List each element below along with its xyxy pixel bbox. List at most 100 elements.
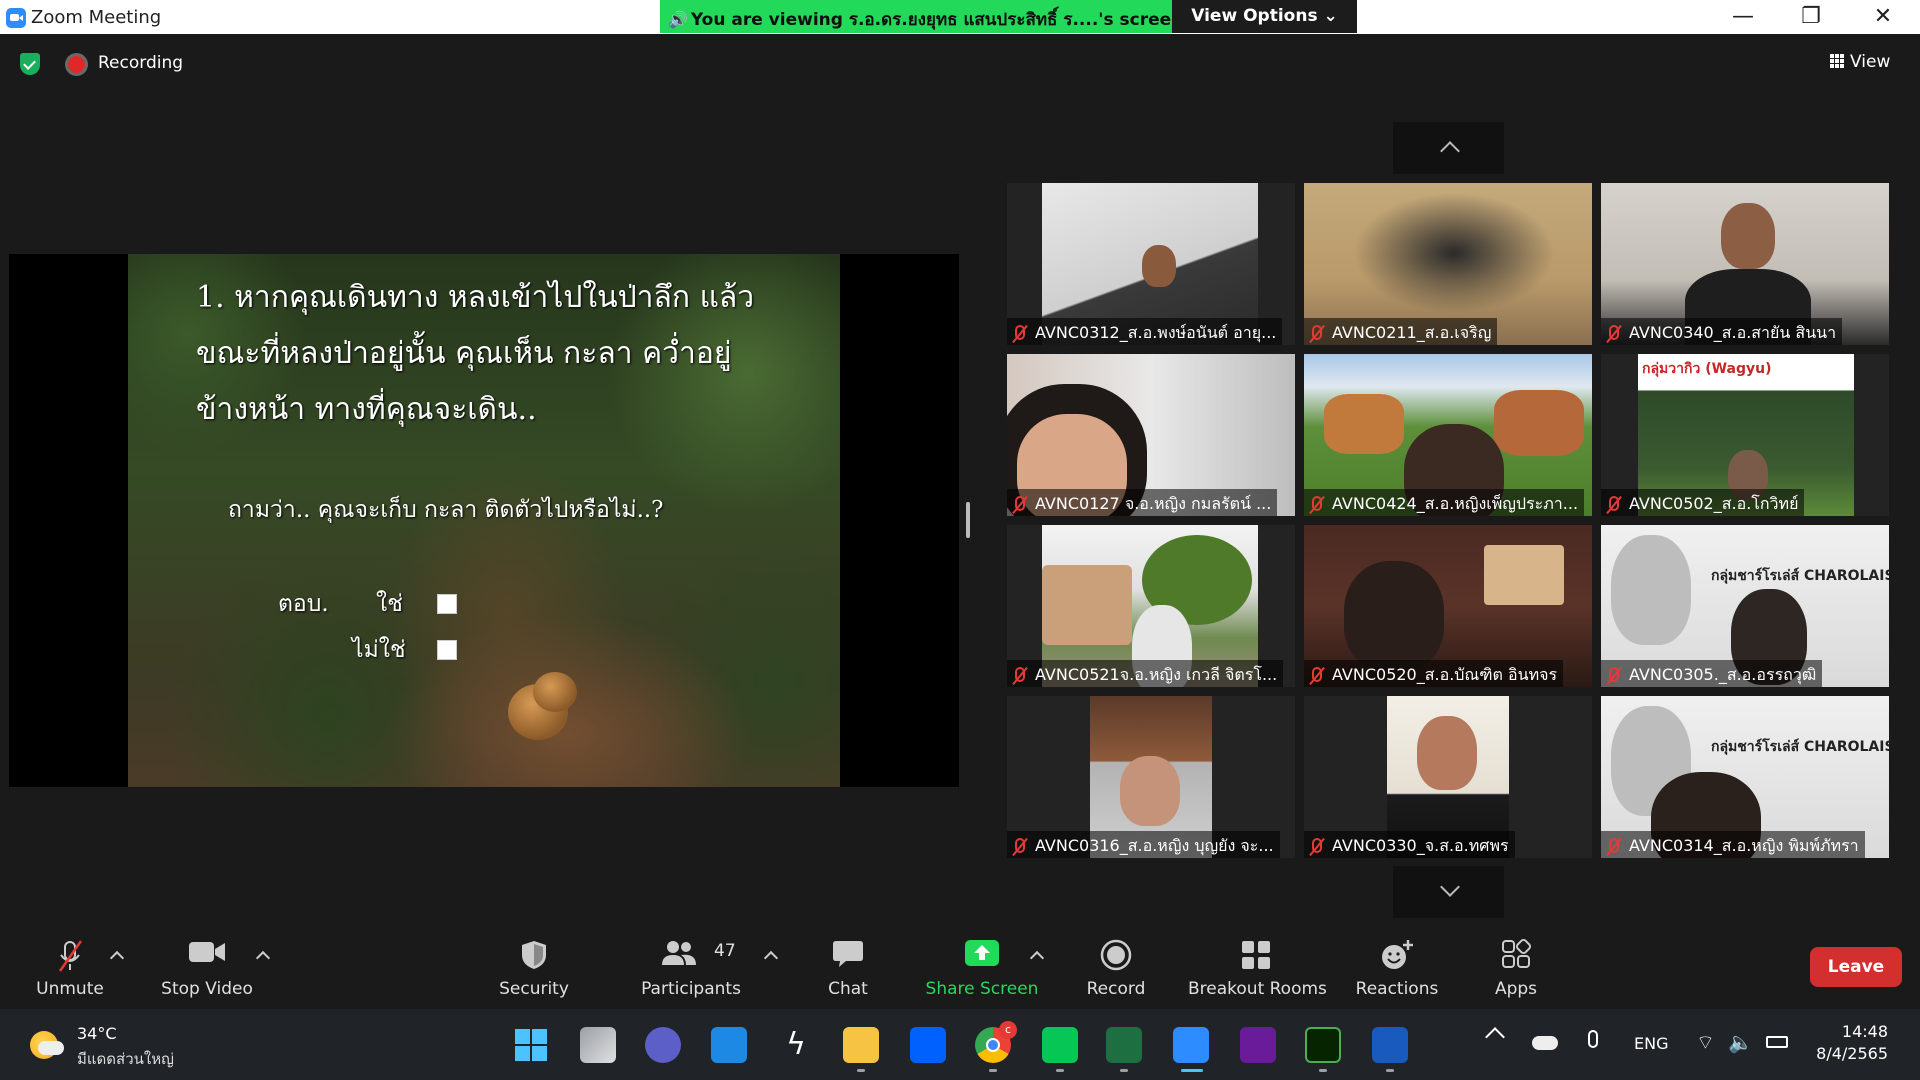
mic-muted-icon (58, 940, 83, 972)
cow-image (1494, 390, 1584, 456)
participant-face (1721, 203, 1775, 269)
taskbar-running-indicator (1319, 1069, 1327, 1072)
task-view-icon[interactable] (580, 1027, 616, 1063)
leave-button[interactable]: Leave (1810, 947, 1902, 987)
participants-icon (662, 941, 696, 965)
taskbar-active-indicator (1181, 1069, 1203, 1072)
close-button[interactable]: ✕ (1858, 3, 1908, 31)
clock-time[interactable]: 14:48 (1812, 1022, 1888, 1041)
word-icon[interactable] (1372, 1027, 1408, 1063)
title-bar: Zoom Meeting 🔊 You are viewing ร.อ.ดร.ยงย… (0, 0, 1920, 34)
pdf-app-icon[interactable] (1240, 1027, 1276, 1063)
mic-muted-icon (1312, 667, 1322, 682)
clock-date[interactable]: 8/4/2565 (1792, 1044, 1888, 1063)
dreamweaver-icon[interactable] (1305, 1027, 1341, 1063)
onedrive-cloud-icon[interactable] (1532, 1036, 1558, 1050)
windows-start-icon[interactable] (513, 1027, 549, 1063)
checkbox-no (437, 640, 457, 660)
participant-tile[interactable]: กลุ่มชาร์โรเล่ส์ CHAROLAIS AVNC0305._ส.อ… (1601, 525, 1889, 687)
taskbar-running-indicator (989, 1069, 997, 1072)
gallery-page-up-button[interactable] (1393, 122, 1504, 174)
participant-name: AVNC0314_ส.อ.หญิง พิมพ์ภัทรา (1601, 831, 1865, 858)
apps-button[interactable]: Apps (1480, 919, 1552, 1009)
input-language[interactable]: ENG (1634, 1034, 1668, 1053)
recording-icon[interactable] (68, 56, 85, 73)
slide-question: ถามว่า.. คุณจะเก็บ กะลา ติดตัวไปหรือไม่.… (228, 497, 664, 523)
participant-tile[interactable]: AVNC0520_ส.อ.บัณฑิต อินทจร (1304, 525, 1592, 687)
participant-face (1120, 756, 1180, 826)
unmute-button[interactable]: Unmute (22, 919, 118, 1009)
shared-screen[interactable]: 1. หากคุณเดินทาง หลงเข้าไปในป่าลึก แล้ว … (9, 254, 959, 787)
split-view-handle[interactable] (966, 502, 970, 538)
breakout-rooms-button[interactable]: Breakout Rooms (1188, 919, 1327, 1009)
teams-chat-icon[interactable] (645, 1027, 681, 1063)
mic-muted-icon (1609, 838, 1619, 853)
chrome-icon[interactable]: c (975, 1021, 1017, 1063)
stop-video-button[interactable]: Stop Video (152, 919, 262, 1009)
record-button[interactable]: Record (1076, 919, 1156, 1009)
maximize-button[interactable]: ❐ (1786, 3, 1836, 31)
share-screen-button[interactable]: Share Screen (922, 919, 1042, 1009)
file-explorer-icon[interactable] (843, 1027, 879, 1063)
meeting-controls-toolbar: Unmute Stop Video Security 47 Participan… (0, 919, 1920, 1009)
participant-tile[interactable]: AVNC0424_ส.อ.หญิงเพ็ญประภา... (1304, 354, 1592, 516)
speaker-icon: 🔊 (668, 10, 688, 29)
view-button[interactable]: View (1822, 47, 1898, 77)
record-icon (1100, 939, 1132, 971)
minimize-button[interactable]: — (1718, 3, 1768, 31)
participant-count: 47 (714, 941, 736, 961)
slide-line-3: ข้างหน้า ทางที่คุณจะเดิน.. (196, 392, 537, 427)
zoom-app-icon (6, 8, 26, 28)
view-options-button[interactable]: View Options ⌄ (1172, 0, 1357, 33)
participant-tile[interactable]: กลุ่มชาร์โรเล่ส์ CHAROLAIS AVNC0314_ส.อ.… (1601, 696, 1889, 858)
participant-name: AVNC0330_จ.ส.อ.ทศพร (1304, 831, 1515, 858)
chat-button[interactable]: Chat (808, 919, 888, 1009)
taskbar-running-indicator (1120, 1069, 1128, 1072)
battery-icon[interactable] (1766, 1036, 1788, 1048)
wifi-icon[interactable]: ⌔ (1696, 1030, 1715, 1055)
zoom-taskbar-icon[interactable] (1173, 1027, 1209, 1063)
lightning-app-icon[interactable]: ϟ (778, 1027, 814, 1063)
zoom-meeting-window: Zoom Meeting 🔊 You are viewing ร.อ.ดร.ยงย… (0, 0, 1920, 1080)
mic-muted-icon (1609, 325, 1619, 340)
participant-face (1142, 245, 1176, 287)
mail-icon[interactable] (711, 1027, 747, 1063)
weather-description[interactable]: มีแดดส่วนใหญ่ (77, 1047, 174, 1071)
volume-icon[interactable]: 🔈 (1728, 1030, 1753, 1054)
participant-tile[interactable]: AVNC0211_ส.อ.เจริญ (1304, 183, 1592, 345)
slide-line-1: 1. หากคุณเดินทาง หลงเข้าไปในป่าลึก แล้ว (196, 280, 755, 315)
reactions-button[interactable]: Reactions (1352, 919, 1442, 1009)
dropbox-icon[interactable] (910, 1027, 946, 1063)
participant-name: AVNC0316_ส.อ.หญิง บุญยัง จะ... (1007, 831, 1280, 858)
participant-name: AVNC0502_ส.อ.โกวิทย์ (1601, 489, 1805, 516)
mic-muted-icon (1312, 496, 1322, 511)
participant-tile[interactable]: AVNC0312_ส.อ.พงษ์อนันต์ อายุ... (1007, 183, 1295, 345)
participant-tile[interactable]: AVNC0521จ.อ.หญิง เกวลี จิตรโ... (1007, 525, 1295, 687)
participant-tile[interactable]: AVNC0127 จ.อ.หญิง กมลรัตน์ ... (1007, 354, 1295, 516)
gallery-page-down-button[interactable] (1393, 866, 1504, 918)
participant-name: AVNC0520_ส.อ.บัณฑิต อินทจร (1304, 660, 1564, 687)
participant-name: AVNC0211_ส.อ.เจริญ (1304, 318, 1498, 345)
participant-tile[interactable]: AVNC0316_ส.อ.หญิง บุญยัง จะ... (1007, 696, 1295, 858)
mic-muted-icon (1312, 838, 1322, 853)
security-shield-icon[interactable] (20, 53, 40, 75)
excel-icon[interactable] (1106, 1027, 1142, 1063)
windows-taskbar: ϟ c (0, 1009, 1920, 1080)
participants-button[interactable]: 47 Participants (636, 919, 746, 1009)
cow-image (1611, 535, 1691, 645)
slide: 1. หากคุณเดินทาง หลงเข้าไปในป่าลึก แล้ว … (128, 254, 840, 787)
participant-tile[interactable]: AVNC0340_ส.อ.สายัน สินนา (1601, 183, 1889, 345)
microphone-icon[interactable] (1588, 1030, 1598, 1048)
participant-tile[interactable]: AVNC0330_จ.ส.อ.ทศพร (1304, 696, 1592, 858)
virtual-background-text: กลุ่มวากิว (Wagyu) (1642, 361, 1772, 377)
participant-name: AVNC0340_ส.อ.สายัน สินนา (1601, 318, 1843, 345)
line-app-icon[interactable] (1042, 1027, 1078, 1063)
security-button[interactable]: Security (490, 919, 578, 1009)
weather-temperature[interactable]: 34°C (77, 1024, 117, 1043)
view-label: View (1850, 52, 1891, 72)
participants-options-chevron-icon[interactable] (763, 950, 779, 966)
participant-tile[interactable]: กลุ่มวากิว (Wagyu) AVNC0502_ส.อ.โกวิทย์ (1601, 354, 1889, 516)
apps-icon (1502, 939, 1531, 968)
recording-label[interactable]: Recording (98, 53, 183, 73)
shield-icon (522, 941, 546, 969)
